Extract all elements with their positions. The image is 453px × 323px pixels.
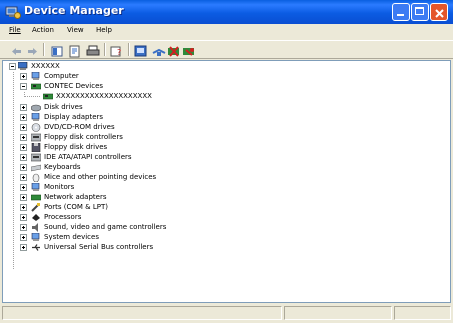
back-icon[interactable] — [10, 43, 24, 56]
status-pane-main — [2, 306, 282, 320]
help-icon[interactable]: ? — [110, 43, 124, 57]
tree-connector — [24, 96, 40, 97]
console-icon[interactable] — [134, 43, 148, 57]
ide-controller-icon — [30, 153, 42, 162]
dvd-drive-icon — [31, 123, 41, 132]
monitor-icon — [31, 182, 41, 192]
print-icon[interactable] — [86, 43, 100, 56]
expand-icon[interactable] — [20, 224, 27, 231]
collapse-icon[interactable] — [9, 63, 16, 70]
computer-icon — [31, 71, 41, 81]
expand-icon[interactable] — [20, 194, 27, 201]
device-manager-window: Device Manager File Action View Help ? X… — [0, 0, 453, 323]
menu-help[interactable]: Help — [96, 26, 112, 34]
expand-icon[interactable] — [20, 184, 27, 191]
keyboard-icon — [30, 163, 42, 172]
expand-icon[interactable] — [20, 144, 27, 151]
expand-icon[interactable] — [20, 104, 27, 111]
forward-icon[interactable] — [25, 43, 39, 56]
maximize-button[interactable] — [411, 3, 429, 21]
sound-icon — [31, 223, 41, 232]
mouse-icon — [31, 173, 41, 183]
up-icon[interactable] — [50, 43, 64, 57]
expand-icon[interactable] — [20, 114, 27, 121]
status-pane-secondary — [284, 306, 392, 320]
expand-icon[interactable] — [20, 204, 27, 211]
uninstall-icon[interactable] — [167, 43, 181, 57]
expand-icon[interactable] — [20, 124, 27, 131]
tree-connector — [13, 72, 14, 269]
system-device-icon — [31, 232, 41, 242]
display-adapter-icon — [31, 112, 41, 122]
toolbar-separator — [128, 43, 130, 56]
properties-icon[interactable] — [68, 43, 82, 58]
minimize-icon — [397, 14, 404, 16]
collapse-icon[interactable] — [20, 83, 27, 90]
disk-drive-icon — [30, 103, 42, 112]
maximize-icon — [415, 7, 424, 15]
menu-action[interactable]: Action — [32, 26, 54, 34]
floppy-drive-icon — [31, 142, 41, 153]
toolbar-separator — [43, 43, 45, 56]
title-bar[interactable]: Device Manager — [0, 0, 453, 24]
status-pane-tertiary — [394, 306, 451, 320]
toolbar: ? — [0, 40, 453, 59]
network-adapter-icon — [30, 193, 42, 202]
svg-text:?: ? — [117, 48, 121, 57]
minimize-button[interactable] — [392, 3, 410, 21]
expand-icon[interactable] — [20, 134, 27, 141]
menu-file[interactable]: File — [9, 26, 21, 34]
expand-icon[interactable] — [20, 164, 27, 171]
window-title: Device Manager — [24, 4, 124, 17]
floppy-controller-icon — [30, 133, 42, 142]
device-manager-app-icon — [5, 4, 21, 20]
toolbar-separator — [104, 43, 106, 56]
close-icon — [434, 5, 445, 24]
device-tree[interactable]: XXXXXX Computer CONTEC Devices XXXXXXXXX… — [2, 60, 451, 303]
expand-icon[interactable] — [20, 234, 27, 241]
port-icon — [31, 203, 41, 212]
expand-icon[interactable] — [20, 174, 27, 181]
expand-icon[interactable] — [20, 244, 27, 251]
close-button[interactable] — [430, 3, 448, 21]
expand-icon[interactable] — [20, 73, 27, 80]
disable-icon[interactable] — [182, 43, 196, 56]
contec-board-icon — [30, 82, 42, 91]
expand-icon[interactable] — [20, 214, 27, 221]
expand-icon[interactable] — [20, 154, 27, 161]
usb-icon — [31, 243, 41, 252]
computer-root-icon — [17, 61, 28, 71]
menu-view[interactable]: View — [67, 26, 84, 34]
contec-device-icon — [42, 92, 54, 101]
status-bar — [0, 303, 453, 323]
tree-item-label: XXXXXXXXXXXXXXXXXXXX — [56, 92, 152, 100]
tree-item-label: Universal Serial Bus controllers — [44, 243, 154, 251]
processor-icon — [31, 213, 41, 222]
menu-bar: File Action View Help — [0, 24, 453, 40]
scan-icon[interactable] — [152, 43, 166, 56]
